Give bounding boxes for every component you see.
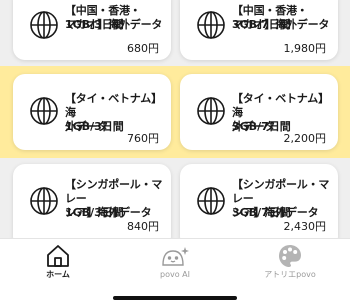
card-price: 2,430円 [283,220,327,233]
card-price: 2,200円 [283,132,327,145]
card-plan: 1GB/3日間 [65,120,124,133]
card-plan: 1GB/3日間 [65,18,124,31]
tab-home-label: ホーム [46,270,70,279]
card-plan: 3GB/7日間 [232,120,291,133]
home-indicator [113,296,237,300]
globe-icon [197,11,225,39]
product-card[interactable]: 【中国・香港・ マカオ】海外データ 1GB/3日間 680円 [13,0,171,60]
globe-icon [30,11,58,39]
tab-home[interactable]: ホーム [8,243,108,285]
product-card[interactable]: 【タイ・ベトナム】海 外データ 1GB/3日間 760円 [13,74,171,150]
globe-icon [197,97,225,125]
home-icon [47,245,69,267]
globe-icon [197,187,225,215]
card-price: 760円 [127,132,159,145]
tab-atelier-povo-label: アトリエpovo [264,270,316,279]
card-price: 840円 [127,220,159,233]
card-plan: 3GB/7日間 [232,18,291,31]
product-card[interactable]: 【シンガポール・マレー シア】海外データ 3GB/7日間 2,430円 [180,164,338,238]
tab-atelier-povo[interactable]: アトリエpovo [240,243,340,285]
card-plan: 3GB/7日間 [232,206,291,219]
card-plan: 1GB/3日間 [65,206,124,219]
product-card[interactable]: 【中国・香港・ マカオ】海外データ 3GB/7日間 1,980円 [180,0,338,60]
product-card[interactable]: 【シンガポール・マレー シア】海外データ 1GB/3日間 840円 [13,164,171,238]
product-grid: 【中国・香港・ マカオ】海外データ 1GB/3日間 680円 【中国・香港・ マ… [0,0,350,238]
palette-icon [279,245,301,267]
tab-povo-ai-label: povo AI [160,270,190,279]
product-card[interactable]: 【タイ・ベトナム】海 外データ 3GB/7日間 2,200円 [180,74,338,150]
ai-face-icon [162,247,189,266]
globe-icon [30,187,58,215]
card-price: 680円 [127,42,159,55]
card-price: 1,980円 [283,42,327,55]
globe-icon [30,97,58,125]
tab-povo-ai[interactable]: povo AI [125,243,225,285]
